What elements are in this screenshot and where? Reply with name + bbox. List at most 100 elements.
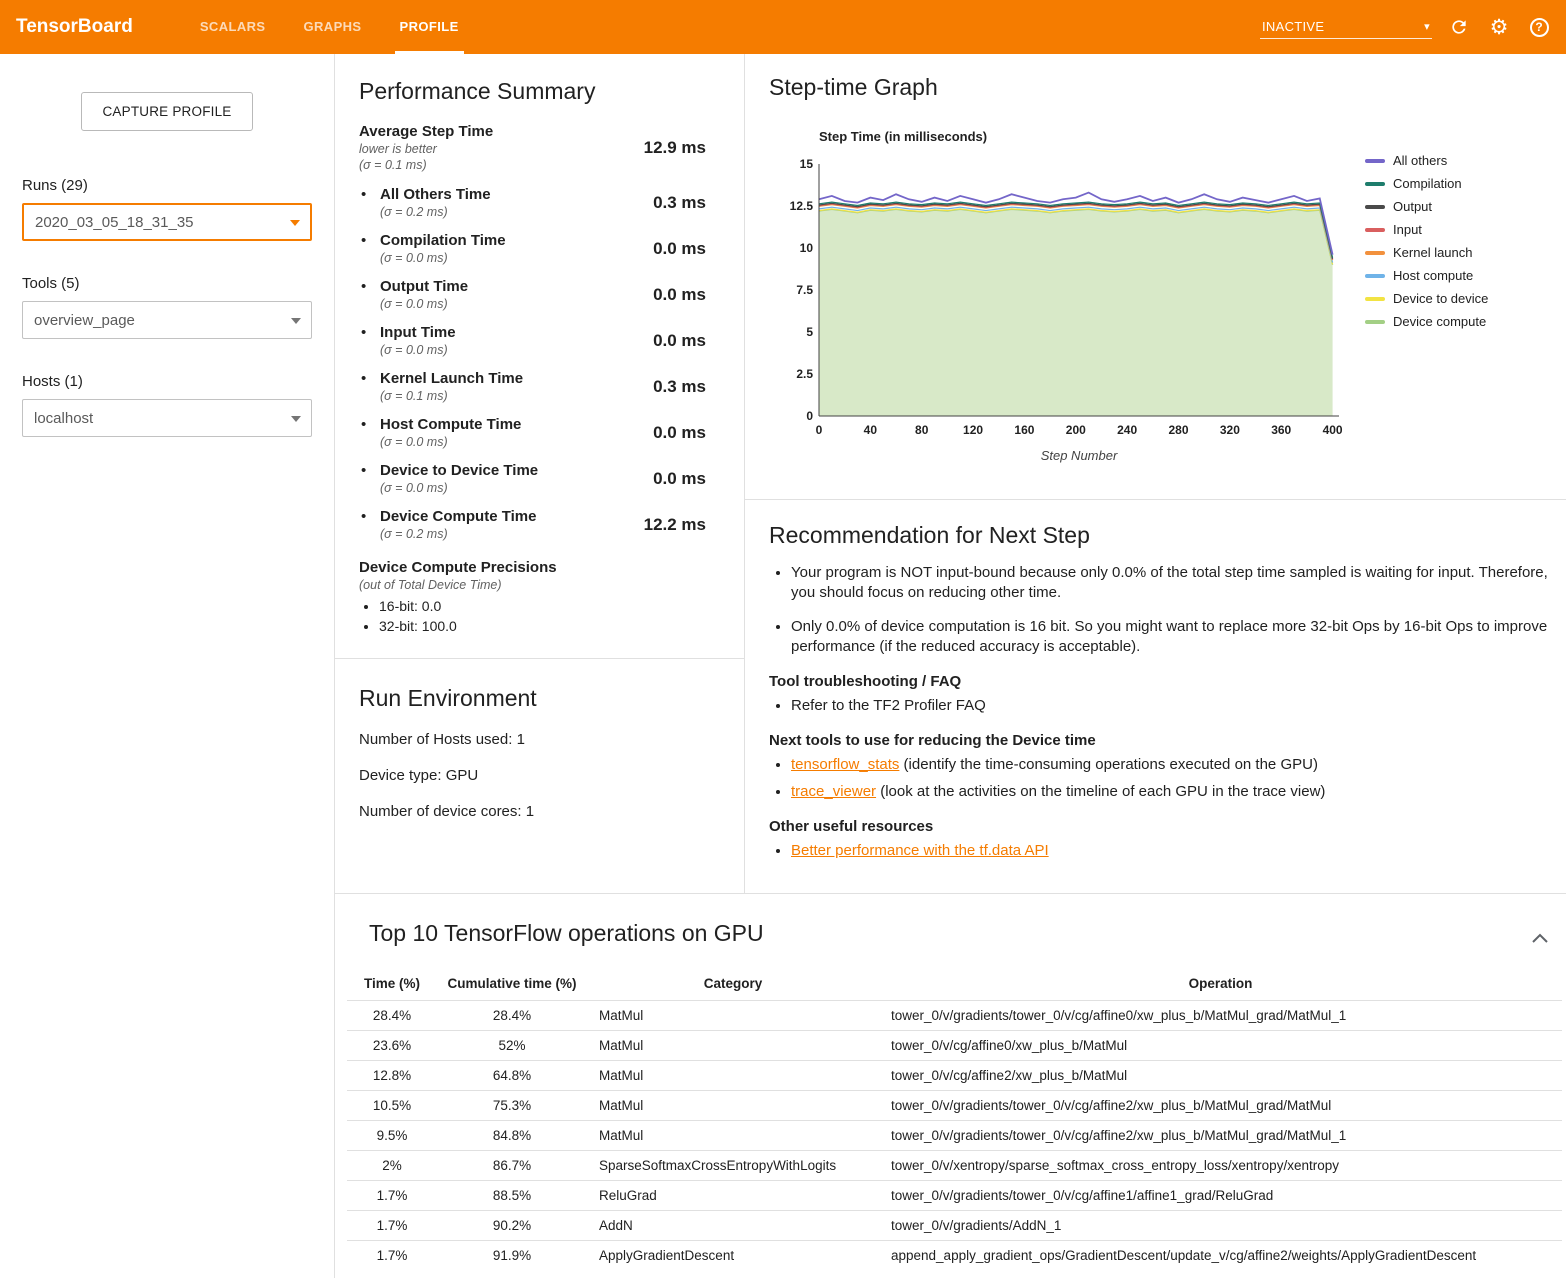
ops-table-cell: MatMul [587,1001,879,1031]
metric-value: 0.0 ms [653,423,706,443]
recommendation-item: Your program is NOT input-bound because … [791,563,1552,604]
svg-text:160: 160 [1014,423,1034,437]
chevron-up-icon[interactable] [1528,926,1552,950]
recommendation-panel: Recommendation for Next Step Your progra… [745,500,1566,893]
ops-table-cell: tower_0/v/gradients/tower_0/v/cg/affine0… [879,1001,1562,1031]
svg-text:400: 400 [1323,423,1343,437]
svg-text:10: 10 [800,241,814,255]
metric-row: •All Others Time (σ = 0.2 ms) 0.3 ms [359,186,720,219]
svg-text:0: 0 [816,423,823,437]
legend-swatch-icon [1365,205,1385,209]
svg-text:7.5: 7.5 [796,283,813,297]
precision-item: 16-bit: 0.0 [379,598,720,614]
metric-value: 0.3 ms [653,377,706,397]
recommendation-list: Your program is NOT input-bound because … [791,563,1552,657]
metric-label: Kernel Launch Time [380,370,523,387]
tab-profile[interactable]: PROFILE [381,0,478,54]
tool-item: tensorflow_stats (identify the time-cons… [791,755,1552,775]
env-line: Device type: GPU [359,767,720,784]
ops-table-cell: 23.6% [347,1031,437,1061]
ops-table-cell: 84.8% [437,1121,587,1151]
bullet-icon: • [361,462,380,479]
tab-graphs[interactable]: GRAPHS [284,0,380,54]
ops-table-cell: 1.7% [347,1211,437,1241]
tensorflow-stats-link[interactable]: tensorflow_stats [791,756,899,773]
metric-row: •Host Compute Time (σ = 0.0 ms) 0.0 ms [359,416,720,449]
svg-text:Step Number: Step Number [1041,448,1118,463]
ops-table-cell: tower_0/v/gradients/tower_0/v/cg/affine2… [879,1121,1562,1151]
metric-sigma: (σ = 0.0 ms) [380,343,653,357]
legend-label: Device compute [1393,314,1486,329]
legend-swatch-icon [1365,251,1385,255]
ops-table-row: 10.5%75.3%MatMultower_0/v/gradients/towe… [347,1091,1562,1121]
tool-item-description: (identify the time-consuming operations … [899,756,1318,773]
svg-text:2.5: 2.5 [796,367,813,381]
capture-profile-button[interactable]: CAPTURE PROFILE [81,92,252,131]
dropdown-caret-icon [291,318,301,324]
metric-sigma: (σ = 0.0 ms) [380,251,653,265]
step-time-graph-title: Step-time Graph [769,74,1558,101]
metric-row: •Input Time (σ = 0.0 ms) 0.0 ms [359,324,720,357]
metric-sigma: (σ = 0.1 ms) [359,158,644,172]
ops-table-cell: tower_0/v/gradients/AddN_1 [879,1211,1562,1241]
dropdown-caret-icon: ▾ [1424,20,1430,33]
ops-table-cell: 91.9% [437,1241,587,1271]
step-time-chart: Step Time (in milliseconds) 02.557.51012… [779,129,1349,473]
svg-text:280: 280 [1168,423,1188,437]
refresh-icon[interactable] [1446,14,1472,40]
precisions-note: (out of Total Device Time) [359,578,720,592]
tab-scalars[interactable]: SCALARS [181,0,285,54]
ops-table-cell: MatMul [587,1031,879,1061]
faq-item: Refer to the TF2 Profiler FAQ [791,696,1552,716]
hosts-select-value: localhost [34,410,93,427]
tools-select[interactable]: overview_page [22,301,312,339]
runs-select[interactable]: 2020_03_05_18_31_35 [22,203,312,241]
bullet-icon: • [361,508,380,525]
metric-value: 0.0 ms [653,331,706,351]
legend-label: Compilation [1393,176,1462,191]
ops-table-cell: 75.3% [437,1091,587,1121]
ops-table-cell: 10.5% [347,1091,437,1121]
precision-item: 32-bit: 100.0 [379,618,720,634]
metric-label: Host Compute Time [380,416,521,433]
status-select[interactable]: INACTIVE ▾ [1260,15,1432,39]
trace-viewer-link[interactable]: trace_viewer [791,783,876,800]
dropdown-caret-icon [291,416,301,422]
svg-text:15: 15 [800,157,814,171]
legend-label: Kernel launch [1393,245,1473,260]
metric-value: 12.2 ms [644,515,706,535]
metric-value: 0.0 ms [653,469,706,489]
metric-sigma: (σ = 0.0 ms) [380,297,653,311]
hosts-label: Hosts (1) [22,373,312,390]
status-select-value: INACTIVE [1262,19,1324,34]
ops-header-operation: Operation [879,969,1562,1001]
ops-header-time: Time (%) [347,969,437,1001]
metric-label: Output Time [380,278,468,295]
top-ops-panel: Top 10 TensorFlow operations on GPU Time… [335,894,1566,1278]
ops-table-row: 2%86.7%SparseSoftmaxCrossEntropyWithLogi… [347,1151,1562,1181]
ops-table-cell: ApplyGradientDescent [587,1241,879,1271]
bullet-icon: • [361,416,380,433]
metric-label: Input Time [380,324,456,341]
metric-sigma: (σ = 0.2 ms) [380,527,644,541]
metric-label: Device Compute Time [380,508,536,525]
env-line: Number of device cores: 1 [359,803,720,820]
main-content: Performance Summary Average Step Time lo… [335,54,1566,1278]
runs-select-value: 2020_03_05_18_31_35 [35,214,194,231]
tfdata-performance-link[interactable]: Better performance with the tf.data API [791,842,1049,859]
ops-table-cell: 28.4% [437,1001,587,1031]
metric-row: •Output Time (σ = 0.0 ms) 0.0 ms [359,278,720,311]
gear-icon[interactable]: ⚙ [1486,14,1512,40]
metric-row: •Kernel Launch Time (σ = 0.1 ms) 0.3 ms [359,370,720,403]
legend-item: All others [1365,153,1488,168]
ops-table-cell: 52% [437,1031,587,1061]
svg-text:12.5: 12.5 [790,199,814,213]
tool-item-description: (look at the activities on the timeline … [876,783,1325,800]
help-icon[interactable]: ? [1526,14,1552,40]
svg-text:360: 360 [1271,423,1291,437]
hosts-select[interactable]: localhost [22,399,312,437]
ops-table-cell: tower_0/v/gradients/tower_0/v/cg/affine1… [879,1181,1562,1211]
metric-value: 12.9 ms [644,138,706,158]
env-line: Number of Hosts used: 1 [359,731,720,748]
ops-table-row: 28.4%28.4%MatMultower_0/v/gradients/towe… [347,1001,1562,1031]
